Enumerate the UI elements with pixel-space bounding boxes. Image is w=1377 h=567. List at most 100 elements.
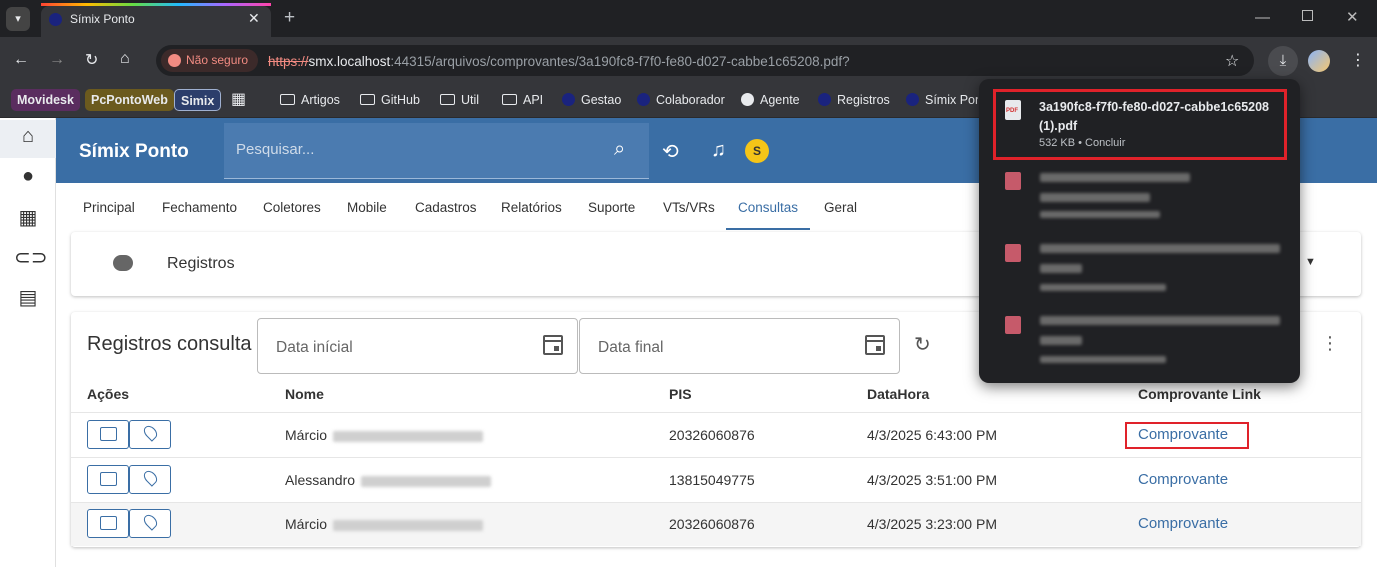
bookmark-movidesk[interactable]: Movidesk	[11, 89, 80, 111]
bookmark-agente[interactable]: Agente	[741, 89, 800, 111]
bookmark-label: Agente	[760, 93, 800, 107]
tab-title: Símix Ponto	[70, 12, 135, 26]
bookmark-github[interactable]: GitHub	[360, 89, 420, 111]
checklist-icon	[100, 472, 117, 486]
url-text[interactable]: https://smx.localhost:44315/arquivos/com…	[268, 54, 850, 69]
book-icon[interactable]: ▤	[14, 285, 42, 313]
app-brand[interactable]: Símix Ponto	[79, 141, 189, 163]
location-button[interactable]	[129, 465, 171, 494]
search-input[interactable]	[236, 141, 596, 158]
profile-avatar[interactable]	[1308, 50, 1330, 72]
redacted-download[interactable]	[1040, 316, 1280, 325]
tab-vts-vrs[interactable]: VTs/VRs	[663, 192, 715, 230]
bookmark-simix-ponto[interactable]: Símix Pon	[906, 89, 978, 111]
bookmark-label: Símix Pon	[925, 93, 978, 107]
bookmark-label: Registros	[837, 93, 890, 107]
redacted-download	[1040, 284, 1166, 291]
bookmark-gestao[interactable]: Gestao	[562, 89, 621, 111]
redacted-download[interactable]	[1040, 244, 1280, 253]
location-button[interactable]	[129, 420, 171, 449]
bookmark-simix[interactable]: Simix	[174, 89, 222, 111]
redacted-download[interactable]	[1040, 173, 1190, 182]
calendar-icon[interactable]	[865, 335, 885, 355]
col-datahora: DataHora	[867, 386, 930, 402]
url-path: :44315/arquivos/comprovantes/3a190fc8-f7…	[390, 54, 850, 69]
back-icon[interactable]: ←	[13, 51, 29, 69]
folder-icon	[280, 94, 295, 105]
close-window-icon[interactable]: ✕	[1346, 8, 1359, 26]
bookmark-label: Artigos	[301, 93, 340, 107]
new-tab-button[interactable]: +	[284, 7, 295, 29]
cell-pis: 13815049775	[669, 472, 755, 488]
apps-grid-icon[interactable]: ▦	[231, 89, 246, 109]
home-icon[interactable]: ⌂	[120, 50, 130, 68]
tab-consultas[interactable]: Consultas	[726, 192, 811, 230]
checklist-button[interactable]	[87, 420, 129, 449]
tab-principal[interactable]: Principal	[83, 192, 135, 230]
bookmark-util[interactable]: Util	[440, 89, 479, 111]
site-icon	[906, 93, 919, 106]
comprovante-link[interactable]: Comprovante	[1138, 515, 1228, 532]
refresh-icon[interactable]: ↻	[914, 332, 931, 357]
reload-icon[interactable]: ↻	[85, 50, 98, 70]
home-icon[interactable]: ⌂	[14, 125, 42, 153]
location-pin-icon	[141, 423, 160, 442]
cell-datahora: 4/3/2025 3:23:00 PM	[867, 516, 997, 532]
tab-fechamento[interactable]: Fechamento	[162, 192, 237, 230]
col-comprovante-link: Comprovante Link	[1138, 386, 1261, 402]
tab-mobile[interactable]: Mobile	[347, 192, 387, 230]
tab-close-icon[interactable]: ✕	[248, 10, 260, 27]
url-host: smx.localhost	[308, 54, 391, 69]
table-menu-icon[interactable]: ⋮	[1321, 333, 1339, 354]
site-icon	[637, 93, 650, 106]
folder-icon	[360, 94, 375, 105]
forward-icon[interactable]: →	[49, 51, 65, 69]
link-icon[interactable]: ⊂⊃	[14, 245, 48, 273]
redacted-surname	[361, 475, 492, 487]
calendar-icon[interactable]	[543, 335, 563, 355]
comprovante-link[interactable]: Comprovante	[1138, 471, 1228, 488]
bookmark-artigos[interactable]: Artigos	[280, 89, 340, 111]
downloads-button[interactable]: ⤓	[1268, 46, 1298, 76]
bell-icon[interactable]: ♫	[711, 139, 726, 162]
checklist-button[interactable]	[87, 465, 129, 494]
bookmark-registros[interactable]: Registros	[818, 89, 890, 111]
checklist-button[interactable]	[87, 509, 129, 538]
bookmark-api[interactable]: API	[502, 89, 543, 111]
file-icon	[1005, 172, 1021, 190]
tab-geral[interactable]: Geral	[824, 192, 857, 230]
bookmark-colaborador[interactable]: Colaborador	[637, 89, 725, 111]
location-button[interactable]	[129, 509, 171, 538]
tab-search-button[interactable]: ▾	[6, 7, 30, 31]
section-title: Registros	[167, 255, 235, 272]
dashboard-icon[interactable]: ▦	[14, 205, 42, 233]
date-start-field[interactable]: Data inícial	[257, 318, 578, 374]
minimize-icon[interactable]: —	[1255, 9, 1270, 26]
tab-relatorios[interactable]: Relatórios	[501, 192, 562, 230]
maximize-icon[interactable]	[1302, 10, 1313, 21]
user-avatar[interactable]: S	[745, 139, 769, 163]
insecure-label: Não seguro	[186, 53, 249, 67]
bookmark-star-icon[interactable]: ☆	[1225, 51, 1239, 71]
bookmark-pcpontoweb[interactable]: PcPontoWeb	[85, 89, 174, 111]
checklist-icon	[100, 427, 117, 441]
date-end-field[interactable]: Data final	[579, 318, 900, 374]
comprovante-link[interactable]: Comprovante	[1138, 426, 1228, 443]
tab-cadastros[interactable]: Cadastros	[415, 192, 477, 230]
pdf-file-icon: PDF	[1005, 100, 1021, 120]
person-icon[interactable]: ●	[14, 165, 42, 193]
redacted-surname	[333, 430, 484, 442]
download-file-name[interactable]: 3a190fc8-f7f0-fe80-d027-cabbe1c65208 (1)…	[1039, 98, 1284, 136]
tab-suporte[interactable]: Suporte	[588, 192, 635, 230]
menu-kebab-icon[interactable]: ⋮	[1350, 50, 1366, 70]
security-chip[interactable]: Não seguro	[161, 49, 258, 72]
search-box[interactable]: ⌕	[224, 123, 649, 179]
cell-datahora: 4/3/2025 6:43:00 PM	[867, 427, 997, 443]
search-icon[interactable]: ⌕	[614, 138, 625, 161]
col-pis: PIS	[669, 386, 692, 402]
history-icon[interactable]: ⟲	[662, 139, 679, 164]
date-start-placeholder: Data inícial	[276, 339, 353, 356]
cell-nome: Alessandro	[285, 472, 492, 488]
tab-coletores[interactable]: Coletores	[263, 192, 321, 230]
section-expand-icon[interactable]: ▼	[1305, 256, 1316, 268]
